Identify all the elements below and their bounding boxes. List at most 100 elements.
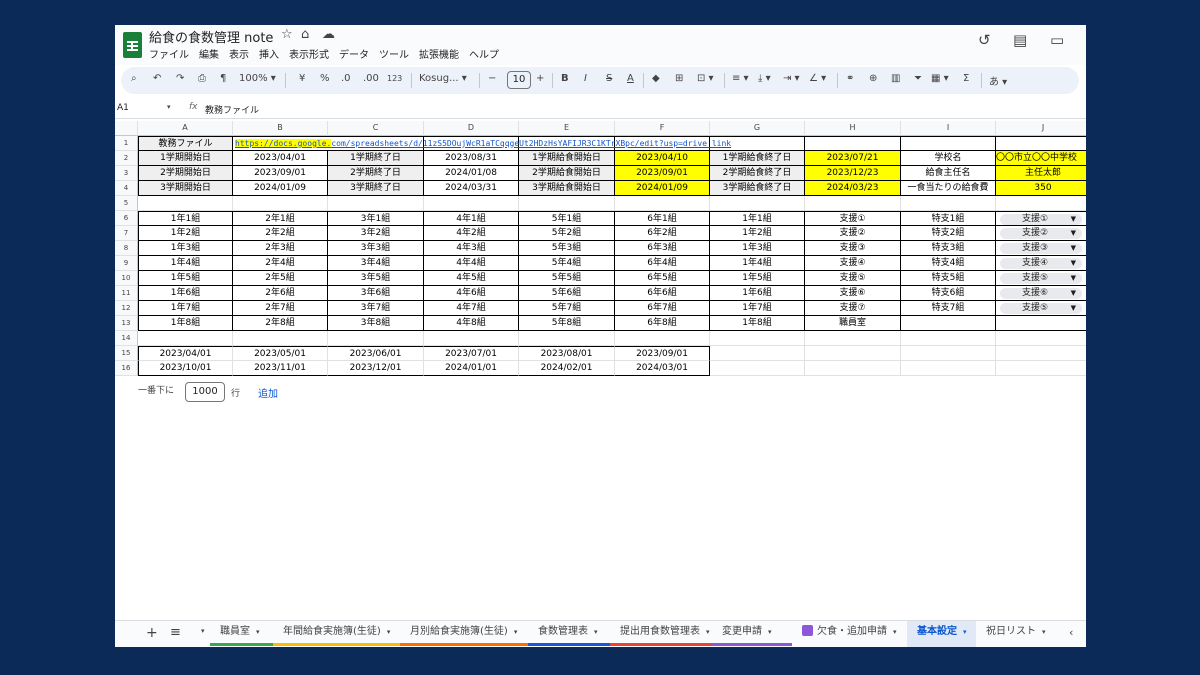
name-box[interactable]: A1 xyxy=(117,103,129,113)
currency-button[interactable]: ¥ xyxy=(299,73,305,84)
paint-format-icon[interactable]: ¶ xyxy=(220,73,226,84)
cell-f10[interactable]: 6年5組 xyxy=(615,271,710,286)
cell-d11[interactable]: 4年6組 xyxy=(424,286,519,301)
cell-e5[interactable] xyxy=(519,196,615,211)
cell-f13[interactable]: 6年8組 xyxy=(615,316,710,331)
cell-h11[interactable]: 支援⑥ xyxy=(805,286,901,301)
cell-a16[interactable]: 2023/10/01 xyxy=(138,361,233,376)
add-sheet-icon[interactable]: + xyxy=(146,625,158,641)
dropdown-arrow-icon[interactable]: ▼ xyxy=(1071,273,1076,284)
dropdown-arrow-icon[interactable]: ▼ xyxy=(1071,228,1076,239)
cell-d2[interactable]: 2023/08/31 xyxy=(424,151,519,166)
strikethrough-button[interactable]: S xyxy=(606,73,612,84)
cell-a9[interactable]: 1年4組 xyxy=(138,256,233,271)
text-rotate-icon[interactable]: ∠ ▾ xyxy=(809,73,826,84)
history-icon[interactable]: ↺ xyxy=(978,31,991,49)
cell-j1[interactable] xyxy=(996,136,1086,151)
cell-i5[interactable] xyxy=(901,196,996,211)
cell-f11[interactable]: 6年6組 xyxy=(615,286,710,301)
cell-c16[interactable]: 2023/12/01 xyxy=(328,361,424,376)
cell-f15[interactable]: 2023/09/01 xyxy=(615,346,710,361)
number-format-button[interactable]: 123 xyxy=(387,74,402,83)
sheets-logo-icon[interactable] xyxy=(123,32,142,58)
cell-d16[interactable]: 2024/01/01 xyxy=(424,361,519,376)
column-header-g[interactable]: G xyxy=(710,121,805,136)
borders-icon[interactable]: ⊞ xyxy=(675,73,683,84)
cell-a12[interactable]: 1年7組 xyxy=(138,301,233,316)
cell-i11[interactable]: 特支6組 xyxy=(901,286,996,301)
row-header[interactable]: 15 xyxy=(115,346,138,361)
increase-decimal-button[interactable]: .00 xyxy=(363,73,379,84)
add-rows-count-input[interactable]: 1000 xyxy=(185,382,225,402)
cell-d13[interactable]: 4年8組 xyxy=(424,316,519,331)
row-header[interactable]: 4 xyxy=(115,181,138,196)
cell-e12[interactable]: 5年7組 xyxy=(519,301,615,316)
tab-menu-icon[interactable]: ▾ xyxy=(514,628,518,636)
column-header-h[interactable]: H xyxy=(805,121,901,136)
cell-c13[interactable]: 3年8組 xyxy=(328,316,424,331)
print-icon[interactable]: ⎙ xyxy=(198,73,206,84)
undo-icon[interactable]: ↶ xyxy=(153,73,161,84)
cell-f14[interactable] xyxy=(615,331,710,346)
sheet-tab[interactable]: 基本設定 ▾ xyxy=(907,621,976,647)
cell-a2[interactable]: 1学期開始日 xyxy=(138,151,233,166)
cell-b7[interactable]: 2年2組 xyxy=(233,226,328,241)
cell-g2[interactable]: 1学期給食終了日 xyxy=(710,151,805,166)
insert-chart-icon[interactable]: ▥ xyxy=(891,73,900,84)
cell-h9[interactable]: 支援④ xyxy=(805,256,901,271)
tab-menu-icon[interactable]: ▾ xyxy=(893,628,897,636)
cell-i9[interactable]: 特支4組 xyxy=(901,256,996,271)
text-wrap-icon[interactable]: ⇥ ▾ xyxy=(783,73,800,84)
cell-e4[interactable]: 3学期給食開始日 xyxy=(519,181,615,196)
cell-c3[interactable]: 2学期終了日 xyxy=(328,166,424,181)
cell-h12[interactable]: 支援⑦ xyxy=(805,301,901,316)
cell-j9[interactable]: 支援④ ▼ xyxy=(996,256,1086,271)
cell-g14[interactable] xyxy=(710,331,805,346)
input-tools-select[interactable]: あ ▾ xyxy=(989,73,1007,88)
italic-button[interactable]: I xyxy=(584,73,587,84)
cell-d5[interactable] xyxy=(424,196,519,211)
cell-i6[interactable]: 特支1組 xyxy=(901,211,996,226)
cell-h8[interactable]: 支援③ xyxy=(805,241,901,256)
dropdown-chip[interactable]: 支援② ▼ xyxy=(1000,228,1082,239)
cell-c5[interactable] xyxy=(328,196,424,211)
cell-c6[interactable]: 3年1組 xyxy=(328,211,424,226)
vertical-align-icon[interactable]: ⤓ ▾ xyxy=(758,73,771,84)
dropdown-chip[interactable]: 支援⑥ ▼ xyxy=(1000,288,1082,299)
column-header-e[interactable]: E xyxy=(519,121,615,136)
cell-j15[interactable] xyxy=(996,346,1086,361)
cell-a3[interactable]: 2学期開始日 xyxy=(138,166,233,181)
cell-g9[interactable]: 1年4組 xyxy=(710,256,805,271)
cell-a1[interactable]: 教務ファイル xyxy=(138,136,233,151)
cell-f4[interactable]: 2024/01/09 xyxy=(615,181,710,196)
cell-f9[interactable]: 6年4組 xyxy=(615,256,710,271)
cell-j13[interactable] xyxy=(996,316,1086,331)
cell-j8[interactable]: 支援③ ▼ xyxy=(996,241,1086,256)
cell-i1[interactable] xyxy=(901,136,996,151)
cell-j14[interactable] xyxy=(996,331,1086,346)
cell-a13[interactable]: 1年8組 xyxy=(138,316,233,331)
sheet-tab[interactable]: 年間給食実施簿(生徒) ▾ xyxy=(273,621,400,647)
cell-e16[interactable]: 2024/02/01 xyxy=(519,361,615,376)
cell-h13[interactable]: 職員室 xyxy=(805,316,901,331)
cell-h1[interactable] xyxy=(805,136,901,151)
sheet-tab[interactable]: 食数管理表 ▾ xyxy=(528,621,610,647)
cell-e2[interactable]: 1学期給食開始日 xyxy=(519,151,615,166)
cell-j6[interactable]: 支援① ▼ xyxy=(996,211,1086,226)
cell-i3[interactable]: 給食主任名 xyxy=(901,166,996,181)
cell-e9[interactable]: 5年4組 xyxy=(519,256,615,271)
cell-j2[interactable]: 〇〇市立〇〇中学校 xyxy=(996,151,1086,166)
cell-f7[interactable]: 6年2組 xyxy=(615,226,710,241)
cell-i16[interactable] xyxy=(901,361,996,376)
cell-i8[interactable]: 特支3組 xyxy=(901,241,996,256)
cell-f3[interactable]: 2023/09/01 xyxy=(615,166,710,181)
cloud-status-icon[interactable]: ☁ xyxy=(322,27,335,42)
cell-g11[interactable]: 1年6組 xyxy=(710,286,805,301)
row-header[interactable]: 2 xyxy=(115,151,138,166)
menu-item[interactable]: ヘルプ xyxy=(469,50,499,61)
cell-b4[interactable]: 2024/01/09 xyxy=(233,181,328,196)
row-header[interactable]: 7 xyxy=(115,226,138,241)
cell-i10[interactable]: 特支5組 xyxy=(901,271,996,286)
column-header-d[interactable]: D xyxy=(424,121,519,136)
cell-d12[interactable]: 4年7組 xyxy=(424,301,519,316)
